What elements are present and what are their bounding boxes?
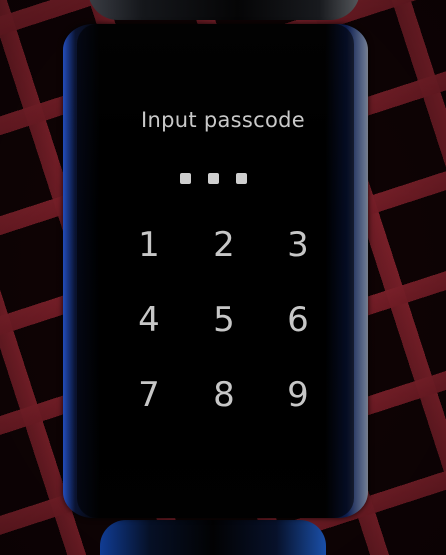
device-bottom-cap xyxy=(100,520,326,555)
passcode-dot xyxy=(180,173,191,184)
background-scene: Input passcode 1 2 3 4 5 6 7 8 9 xyxy=(0,0,446,555)
passcode-title: Input passcode xyxy=(141,108,305,132)
passcode-dots xyxy=(180,173,247,184)
keypad-key-4[interactable]: 4 xyxy=(121,295,177,345)
keypad-key-3[interactable]: 3 xyxy=(270,220,326,270)
keypad-key-7[interactable]: 7 xyxy=(121,370,177,420)
keypad-key-5[interactable]: 5 xyxy=(196,295,252,345)
passcode-device xyxy=(63,24,368,518)
passcode-dot xyxy=(208,173,219,184)
keypad-key-8[interactable]: 8 xyxy=(196,370,252,420)
keypad-key-2[interactable]: 2 xyxy=(196,220,252,270)
device-top-cap xyxy=(88,0,360,20)
keypad-key-1[interactable]: 1 xyxy=(121,220,177,270)
keypad-key-9[interactable]: 9 xyxy=(270,370,326,420)
keypad-key-6[interactable]: 6 xyxy=(270,295,326,345)
passcode-dot xyxy=(236,173,247,184)
